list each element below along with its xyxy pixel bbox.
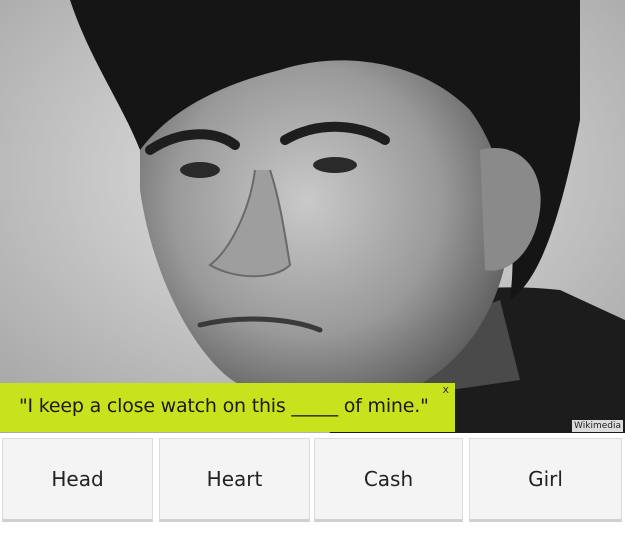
answer-button-cash[interactable]: Cash [314,438,463,522]
quiz-card: "I keep a close watch on this _____ of m… [0,0,625,534]
answer-button-heart[interactable]: Heart [159,438,310,522]
quiz-photo [0,0,625,433]
answer-button-head[interactable]: Head [2,438,153,522]
photo-credit: Wikimedia [572,420,623,432]
question-text: "I keep a close watch on this _____ of m… [19,395,429,417]
answer-button-girl[interactable]: Girl [469,438,622,522]
portrait-image [0,0,625,433]
question-banner: "I keep a close watch on this _____ of m… [0,383,455,432]
answer-options: Head Heart Cash Girl [0,438,625,524]
close-icon[interactable]: x [442,383,449,396]
